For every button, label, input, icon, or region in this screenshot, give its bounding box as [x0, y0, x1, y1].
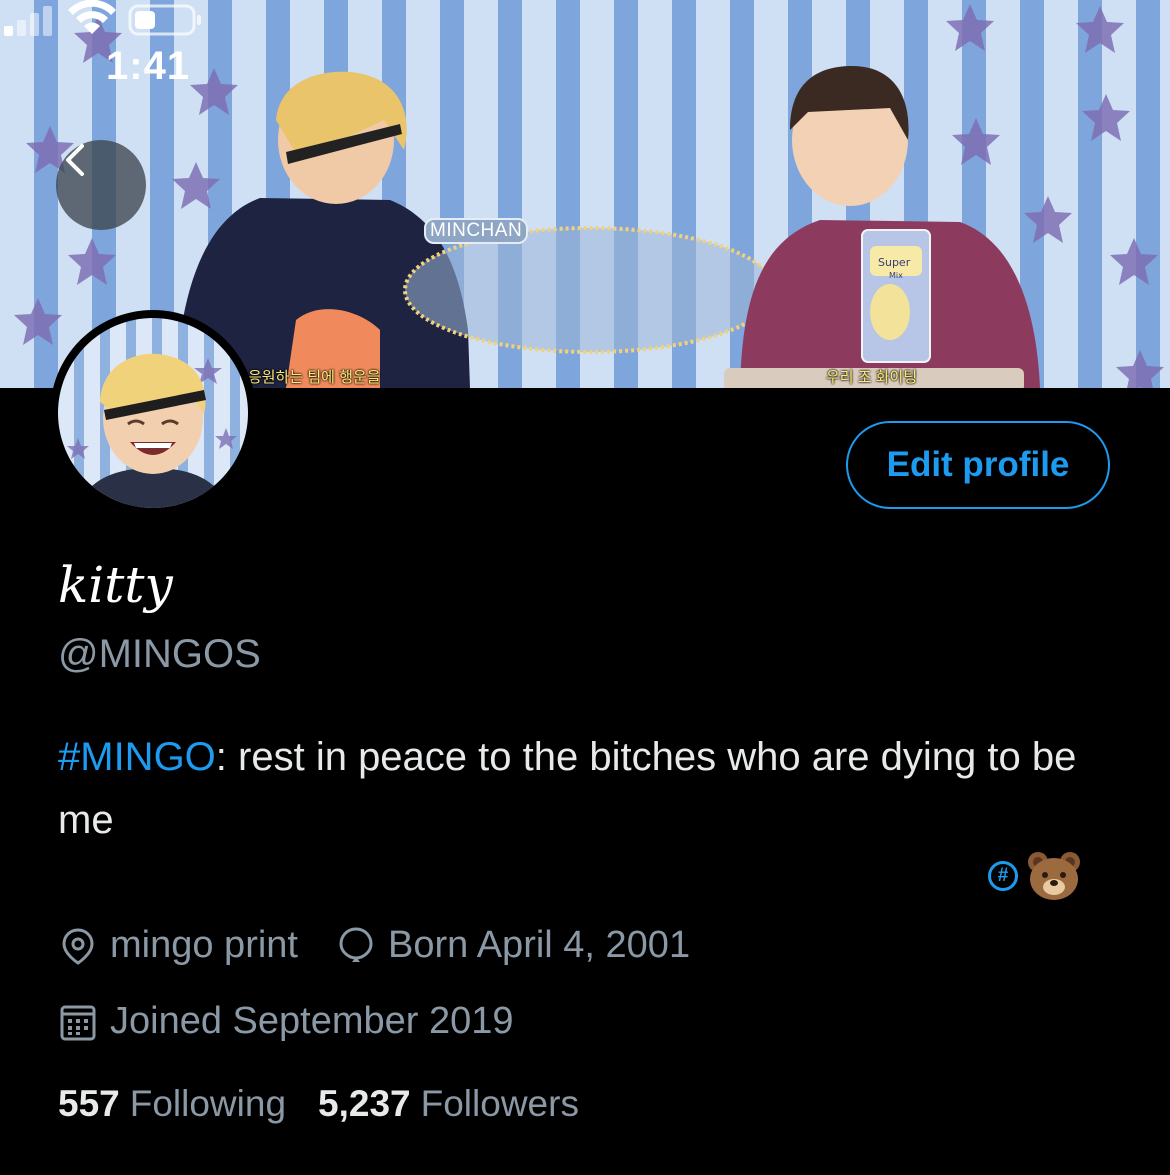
banner-caption-right: 우리 조 화이팅: [826, 369, 918, 386]
avatar-illustration: [67, 353, 237, 508]
birthday-item: Born April 4, 2001: [336, 924, 690, 967]
status-bar-time: 1:41: [106, 44, 191, 88]
bio-hashtag-link[interactable]: #MINGO: [58, 735, 216, 779]
profile-meta-row: mingo print Born April 4, 2001: [58, 924, 728, 967]
joined-item: Joined September 2019: [58, 1000, 514, 1043]
location-text: mingo print: [110, 924, 298, 966]
following-count: 557: [58, 1083, 120, 1124]
edit-profile-button[interactable]: Edit profile: [846, 421, 1110, 509]
hashtag-badge-icon[interactable]: #: [988, 861, 1018, 891]
snack-label: Super: [878, 256, 911, 269]
following-link[interactable]: 557 Following: [58, 1083, 286, 1125]
followers-count: 5,237: [318, 1083, 411, 1124]
following-label: Following: [129, 1083, 287, 1124]
profile-bio: #MINGO: rest in peace to the bitches who…: [58, 726, 1118, 852]
user-handle: @MINGOS: [58, 632, 261, 676]
back-button[interactable]: [56, 140, 146, 230]
chevron-left-icon: [66, 144, 84, 176]
birthday-text: Born April 4, 2001: [387, 924, 691, 966]
banner-name-tag: MINCHAN: [424, 218, 529, 244]
bio-badges: #: [988, 850, 1082, 902]
banner-caption-left: 응원하는 팀에 행운을: [248, 369, 381, 386]
bear-face-emoji: [1028, 852, 1080, 900]
followers-label: Followers: [420, 1083, 579, 1124]
profile-meta-row: Joined September 2019: [58, 1000, 552, 1043]
calendar-icon: [60, 1005, 96, 1040]
joined-text: Joined September 2019: [110, 1000, 514, 1042]
display-name: kitty: [58, 556, 173, 614]
balloon-icon: [339, 926, 373, 962]
follow-stats: 557 Following 5,237 Followers: [58, 1083, 611, 1125]
location-pin-icon: [62, 927, 94, 965]
location-item: mingo print: [58, 924, 298, 967]
followers-link[interactable]: 5,237 Followers: [318, 1083, 579, 1125]
avatar-image: [58, 318, 248, 508]
profile-avatar[interactable]: [50, 310, 256, 516]
status-bar-icons: [4, 0, 201, 36]
snack-sublabel: Mix: [889, 271, 903, 280]
